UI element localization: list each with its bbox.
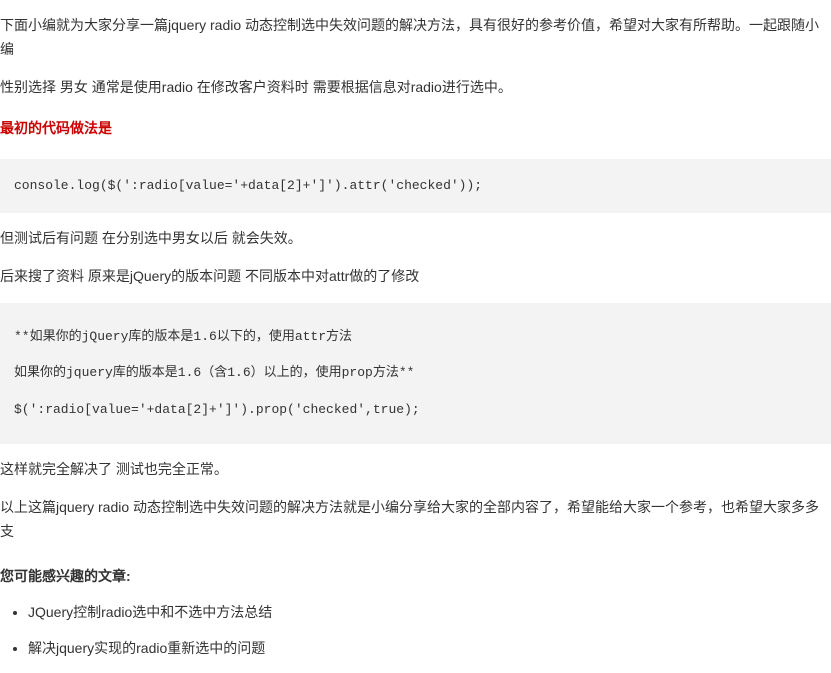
related-link-1[interactable]: JQuery控制radio选中和不选中方法总结 bbox=[28, 604, 272, 620]
related-articles-list: JQuery控制radio选中和不选中方法总结 解决jquery实现的radio… bbox=[0, 601, 831, 661]
article-content: 下面小编就为大家分享一篇jquery radio 动态控制选中失效问题的解决方法… bbox=[0, 14, 831, 661]
code-line-1: **如果你的jQuery库的版本是1.6以下的，使用attr方法 bbox=[14, 319, 817, 355]
list-item: 解决jquery实现的radio重新选中的问题 bbox=[28, 637, 831, 661]
paragraph-4: 这样就完全解决了 测试也完全正常。 bbox=[0, 458, 831, 482]
code-block-2: **如果你的jQuery库的版本是1.6以下的，使用attr方法 如果你的jqu… bbox=[0, 303, 831, 444]
list-item: JQuery控制radio选中和不选中方法总结 bbox=[28, 601, 831, 625]
paragraph-5: 以上这篇jquery radio 动态控制选中失效问题的解决方法就是小编分享给大… bbox=[0, 496, 831, 544]
intro-paragraph: 下面小编就为大家分享一篇jquery radio 动态控制选中失效问题的解决方法… bbox=[0, 14, 831, 62]
code-line-2: 如果你的jquery库的版本是1.6（含1.6）以上的，使用prop方法** bbox=[14, 355, 817, 391]
related-articles-title: 您可能感兴趣的文章: bbox=[0, 565, 831, 589]
paragraph-3: 后来搜了资料 原来是jQuery的版本问题 不同版本中对attr做的了修改 bbox=[0, 265, 831, 289]
paragraph-1: 性别选择 男女 通常是使用radio 在修改客户资料时 需要根据信息对radio… bbox=[0, 76, 831, 100]
code-line-3: $(':radio[value='+data[2]+']').prop('che… bbox=[14, 392, 817, 428]
related-link-2[interactable]: 解决jquery实现的radio重新选中的问题 bbox=[28, 640, 265, 656]
heading-initial-code: 最初的代码做法是 bbox=[0, 117, 831, 141]
code-block-1: console.log($(':radio[value='+data[2]+']… bbox=[0, 159, 831, 213]
paragraph-2: 但测试后有问题 在分别选中男女以后 就会失效。 bbox=[0, 227, 831, 251]
